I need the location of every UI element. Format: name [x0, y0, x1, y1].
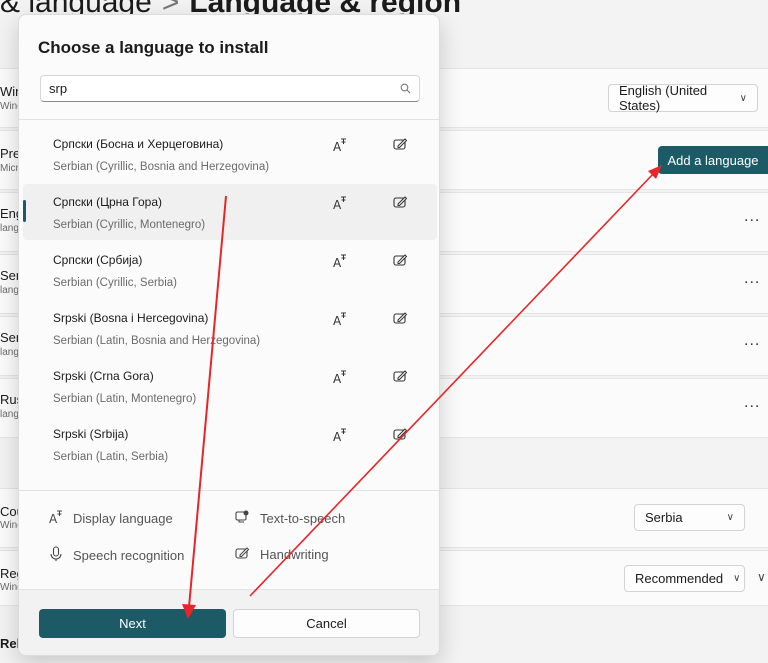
country-value: Serbia: [645, 510, 683, 525]
add-language-button[interactable]: Add a language: [658, 146, 768, 174]
handwriting-icon: [393, 427, 408, 446]
display-language-dropdown[interactable]: English (United States) ∨: [608, 83, 758, 113]
svg-text:A: A: [333, 256, 342, 269]
language-native-name: Српски (Србија): [53, 253, 143, 267]
svg-text:A: A: [333, 140, 342, 153]
more-options-button[interactable]: ...: [744, 394, 760, 412]
handwriting-icon: [393, 253, 408, 272]
microphone-icon: [49, 546, 73, 565]
legend-display-language: A Display language: [49, 509, 173, 528]
handwriting-icon: [393, 311, 408, 330]
legend-speech-recognition: Speech recognition: [49, 546, 184, 565]
handwriting-icon: [393, 369, 408, 388]
dialog-footer: Next Cancel: [19, 589, 439, 655]
display-language-icon: A: [333, 195, 347, 216]
language-native-name: Srpski (Bosna i Hercegovina): [53, 311, 209, 325]
legend-label: Speech recognition: [73, 548, 185, 563]
regional-format-dropdown[interactable]: Recommended ∨: [624, 565, 745, 592]
language-item[interactable]: Српски (Србија) Serbian (Cyrillic, Serbi…: [23, 242, 437, 298]
svg-text:A: A: [333, 314, 342, 327]
language-search-box[interactable]: [40, 75, 420, 102]
next-button[interactable]: Next: [39, 609, 226, 638]
search-icon[interactable]: [391, 83, 419, 94]
more-options-button[interactable]: ...: [744, 208, 760, 226]
legend-handwriting: Handwriting: [235, 546, 329, 563]
chevron-down-icon: ∨: [757, 570, 766, 584]
language-item[interactable]: Srpski (Srbija) Serbian (Latin, Serbia) …: [23, 416, 437, 472]
handwriting-icon: [393, 137, 408, 156]
choose-language-dialog: Choose a language to install Српски (Бос…: [18, 14, 440, 656]
legend-label: Handwriting: [260, 547, 329, 562]
text-to-speech-icon: [235, 509, 260, 527]
legend-text-to-speech: Text-to-speech: [235, 509, 345, 527]
language-description: Serbian (Cyrillic, Bosnia and Herzegovin…: [53, 161, 270, 173]
more-options-button[interactable]: ...: [744, 270, 760, 288]
cancel-button[interactable]: Cancel: [233, 609, 420, 638]
display-language-icon: A: [333, 137, 347, 158]
display-language-icon: A: [49, 509, 73, 528]
display-language-icon: A: [333, 311, 347, 332]
language-native-name: Српски (Босна и Херцеговина): [53, 137, 224, 151]
language-item[interactable]: Srpski (Bosna i Hercegovina) Serbian (La…: [23, 300, 437, 356]
svg-text:A: A: [333, 430, 342, 443]
language-item[interactable]: Српски (Босна и Херцеговина) Serbian (Cy…: [23, 126, 437, 182]
display-language-icon: A: [333, 253, 347, 274]
language-item-selected[interactable]: Српски (Црна Гора) Serbian (Cyrillic, Mo…: [23, 184, 437, 240]
chevron-down-icon: ∨: [726, 512, 734, 523]
chevron-down-icon: ∨: [739, 92, 747, 104]
legend-label: Text-to-speech: [260, 510, 346, 526]
language-native-name: Srpski (Crna Gora): [53, 369, 154, 383]
country-dropdown[interactable]: Serbia ∨: [634, 504, 745, 531]
more-options-button[interactable]: ...: [744, 332, 760, 350]
handwriting-icon: [235, 546, 260, 563]
handwriting-icon: [393, 195, 408, 214]
language-description: Serbian (Latin, Montenegro): [53, 393, 197, 405]
language-description: Serbian (Cyrillic, Serbia): [53, 277, 177, 289]
selection-indicator: [23, 200, 26, 222]
language-description: Serbian (Latin, Serbia): [53, 451, 169, 463]
display-language-icon: A: [333, 369, 347, 390]
svg-text:A: A: [49, 512, 58, 525]
language-list[interactable]: Српски (Босна и Херцеговина) Serbian (Cy…: [19, 119, 439, 491]
language-native-name: Српски (Црна Гора): [53, 195, 163, 209]
chevron-down-icon: ∨: [733, 573, 741, 584]
feature-legend: A Display language Text-to-speech Speech…: [19, 493, 439, 589]
dialog-title: Choose a language to install: [38, 38, 269, 57]
display-language-icon: A: [333, 427, 347, 448]
language-description: Serbian (Cyrillic, Montenegro): [53, 219, 206, 231]
legend-label: Display language: [73, 511, 173, 526]
display-language-value: English (United States): [619, 83, 708, 113]
language-description: Serbian (Latin, Bosnia and Herzegovina): [53, 335, 261, 347]
regional-format-value: Recommended: [635, 571, 724, 586]
svg-text:A: A: [333, 372, 342, 385]
svg-text:A: A: [333, 198, 342, 211]
language-native-name: Srpski (Srbija): [53, 427, 129, 441]
language-search-input[interactable]: [49, 81, 391, 96]
language-item[interactable]: Srpski (Crna Gora) Serbian (Latin, Monte…: [23, 358, 437, 414]
